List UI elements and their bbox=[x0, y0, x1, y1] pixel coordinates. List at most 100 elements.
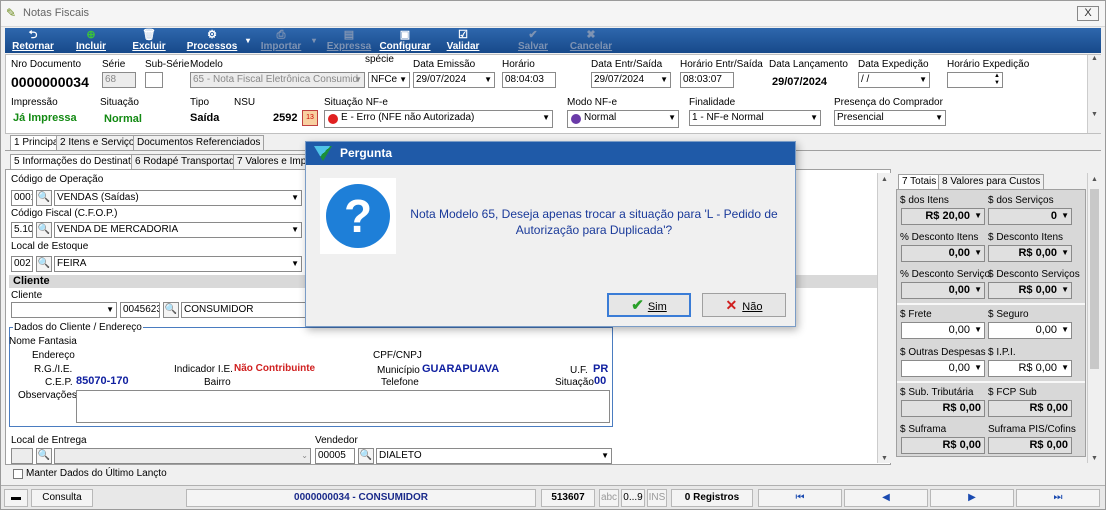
next-record-icon[interactable]: ▶ bbox=[930, 489, 1014, 507]
tab-documentos-referenciados[interactable]: Documentos Referenciados bbox=[133, 135, 265, 150]
chevron-down-icon: ▼ bbox=[660, 75, 668, 84]
nao-button[interactable]: ✕ Não bbox=[702, 293, 786, 317]
modelo-select[interactable]: 65 - Nota Fiscal Eletrônica Consumid ▼ bbox=[190, 72, 365, 88]
close-button[interactable]: X bbox=[1077, 6, 1099, 21]
dos-servicos-field[interactable]: 0 ▼ bbox=[988, 208, 1072, 225]
pct-desc-itens-value: 0,00 bbox=[948, 247, 970, 259]
incluir-button[interactable]: ⊕ Incluir bbox=[71, 28, 111, 53]
importar-dropdown[interactable]: ▾ bbox=[309, 28, 319, 53]
status-consulta: Consulta bbox=[31, 489, 93, 507]
local-estoque-select[interactable]: FEIRA ▼ bbox=[54, 256, 302, 272]
search-icon[interactable]: 🔍 bbox=[36, 190, 52, 206]
retornar-button[interactable]: ⮌ Retornar bbox=[9, 28, 57, 53]
local-entrega-label: Local de Entrega bbox=[11, 435, 87, 446]
search-icon[interactable]: 🔍 bbox=[36, 222, 52, 238]
operacao-select[interactable]: VENDAS (Saídas) ▼ bbox=[54, 190, 302, 206]
excluir-button[interactable]: 🗑 Excluir bbox=[129, 28, 169, 53]
dialog-message: Nota Modelo 65, Deseja apenas trocar a s… bbox=[410, 207, 778, 237]
bairro-label: Bairro bbox=[204, 377, 231, 388]
chevron-down-icon: ▼ bbox=[1061, 285, 1069, 294]
data-entr-input[interactable]: 29/07/2024 ▼ bbox=[591, 72, 671, 88]
vendedor-cod-input[interactable]: 00005 bbox=[315, 448, 355, 464]
municipio-value: GUARAPUAVA bbox=[422, 363, 500, 375]
horario-entr-input[interactable]: 08:03:07 bbox=[680, 72, 734, 88]
manter-dados-checkbox[interactable] bbox=[13, 469, 23, 479]
search-icon[interactable]: 🔍 bbox=[358, 448, 374, 464]
importar-button[interactable]: ⎙ Importar bbox=[257, 28, 305, 53]
pct-desc-itens-field[interactable]: 0,00 ▼ bbox=[901, 245, 985, 262]
close-icon: ✕ bbox=[725, 297, 738, 313]
desc-itens-field[interactable]: R$ 0,00 ▼ bbox=[988, 245, 1072, 262]
desc-serv-field[interactable]: R$ 0,00 ▼ bbox=[988, 282, 1072, 299]
situacao-nfe-label: Situação NF-e bbox=[324, 97, 388, 108]
last-record-icon[interactable]: ⏭ bbox=[1016, 489, 1100, 507]
search-icon[interactable]: 🔍 bbox=[163, 302, 179, 318]
dos-itens-field[interactable]: R$ 20,00 ▼ bbox=[901, 208, 985, 225]
municipio-label: Município bbox=[377, 365, 420, 376]
especie-select[interactable]: NFCe ▼ bbox=[368, 72, 410, 88]
ipi-field[interactable]: R$ 0,00 ▼ bbox=[988, 360, 1072, 377]
pct-desc-serv-field[interactable]: 0,00 ▼ bbox=[901, 282, 985, 299]
local-entrega-input[interactable] bbox=[11, 448, 33, 464]
sim-button[interactable]: ✔ Sim bbox=[607, 293, 691, 317]
divider bbox=[897, 381, 1085, 383]
first-record-icon[interactable]: ⏮ bbox=[758, 489, 842, 507]
tab-itens-servicos[interactable]: 2 Itens e Serviços bbox=[56, 135, 144, 150]
salvar-button[interactable]: ✔ Salvar bbox=[513, 28, 553, 53]
dos-servicos-value: 0 bbox=[1050, 210, 1057, 222]
horario-exp-input[interactable]: ▲ ▼ bbox=[947, 72, 1003, 88]
situacao-label: Situação bbox=[100, 97, 139, 108]
validar-button[interactable]: ☑ Validar bbox=[443, 28, 483, 53]
finalidade-select[interactable]: 1 - NF-e Normal ▼ bbox=[689, 110, 821, 126]
presenca-value: Presencial bbox=[837, 112, 884, 123]
horario-input[interactable]: 08:04:03 bbox=[502, 72, 556, 88]
chevron-down-icon: ▼ bbox=[354, 75, 362, 84]
situacao-value: Normal bbox=[104, 113, 142, 125]
seguro-field[interactable]: 0,00 ▼ bbox=[988, 322, 1072, 339]
data-emissao-input[interactable]: 29/07/2024 ▼ bbox=[413, 72, 495, 88]
panel-scrollbar[interactable]: ▲ ▼ bbox=[877, 173, 891, 463]
frete-field[interactable]: 0,00 ▼ bbox=[901, 322, 985, 339]
cliente-nome-input[interactable]: CONSUMIDOR bbox=[181, 302, 306, 318]
cod-operacao-input[interactable]: 0001 bbox=[11, 190, 33, 206]
sub-trib-value: R$ 0,00 bbox=[901, 400, 985, 417]
header-scrollbar[interactable]: ▲ ▼ bbox=[1087, 55, 1101, 133]
chevron-down-icon: ▼ bbox=[1061, 248, 1069, 257]
totais-scrollbar[interactable]: ▲ ▼ bbox=[1087, 173, 1101, 463]
search-icon[interactable]: 🔍 bbox=[36, 448, 52, 464]
chevron-down-icon: ▼ bbox=[668, 113, 676, 122]
tab-totais[interactable]: 7 Totais bbox=[898, 174, 941, 189]
configurar-button[interactable]: ▣ Configurar bbox=[377, 28, 433, 53]
serie-input[interactable]: 68 bbox=[102, 72, 136, 88]
cfop-select[interactable]: VENDA DE MERCADORIA ▼ bbox=[54, 222, 302, 238]
vendedor-label: Vendedor bbox=[315, 435, 358, 446]
processos-dropdown[interactable]: ▾ bbox=[243, 28, 253, 53]
outras-field[interactable]: 0,00 ▼ bbox=[901, 360, 985, 377]
pct-desc-itens-label: % Desconto Itens bbox=[900, 232, 979, 243]
prev-record-icon[interactable]: ◀ bbox=[844, 489, 928, 507]
cliente-cod-input[interactable]: 0045623 bbox=[120, 302, 160, 318]
subserie-input[interactable] bbox=[145, 72, 163, 88]
local-estoque-input[interactable]: 002 bbox=[11, 256, 33, 272]
cancelar-button[interactable]: ✖ Cancelar bbox=[567, 28, 615, 53]
chevron-down-icon: ▼ bbox=[542, 113, 550, 122]
situacao-nfe-select[interactable]: E - Erro (NFE não Autorizada) ▼ bbox=[324, 110, 553, 128]
tab-rodape-transportador[interactable]: 6 Rodapé Transportador bbox=[131, 154, 248, 169]
obs-textarea[interactable] bbox=[76, 390, 610, 423]
search-icon[interactable]: 🔍 bbox=[36, 256, 52, 272]
frete-value: 0,00 bbox=[948, 324, 970, 336]
data-exp-input[interactable]: / / ▼ bbox=[858, 72, 930, 88]
local-entrega-select[interactable]: ⌄ bbox=[54, 448, 311, 464]
dos-itens-label: $ dos Itens bbox=[900, 195, 949, 206]
processos-button[interactable]: ⚙ Processos bbox=[183, 28, 241, 53]
expressa-button[interactable]: ▤ Expressa bbox=[325, 28, 373, 53]
situacao-cliente-label: Situação bbox=[555, 377, 594, 388]
cliente-label: Cliente bbox=[11, 290, 43, 301]
calendar-icon[interactable]: 13 bbox=[302, 110, 318, 126]
cliente-type-select[interactable]: ▼ bbox=[11, 302, 117, 318]
presenca-select[interactable]: Presencial ▼ bbox=[834, 110, 946, 126]
modo-nfe-select[interactable]: Normal ▼ bbox=[567, 110, 679, 128]
vendedor-select[interactable]: DIALETO ▼ bbox=[376, 448, 612, 464]
cfop-input[interactable]: 5.102 bbox=[11, 222, 33, 238]
tab-valores-custos[interactable]: 8 Valores para Custos bbox=[938, 174, 1045, 189]
